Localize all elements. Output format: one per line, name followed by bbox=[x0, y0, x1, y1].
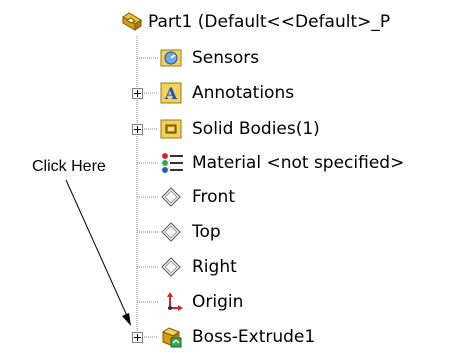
tree-item-origin[interactable]: Origin bbox=[0, 286, 461, 318]
tree-item-label: Boss-Extrude1 bbox=[192, 327, 316, 347]
feature-manager-tree: Part1 (Default<<Default>_P Sensors A Ann… bbox=[0, 0, 461, 352]
tree-item-label: Top bbox=[192, 222, 221, 242]
tree-item-sensors[interactable]: Sensors bbox=[0, 42, 461, 74]
part-icon bbox=[121, 11, 143, 33]
plane-icon bbox=[160, 221, 182, 243]
svg-text:A: A bbox=[164, 84, 178, 103]
sensors-icon bbox=[160, 47, 182, 69]
tree-item-label: Front bbox=[192, 187, 235, 207]
solid-bodies-icon bbox=[160, 118, 182, 140]
plane-icon bbox=[160, 256, 182, 278]
tree-item-label: Sensors bbox=[192, 48, 260, 68]
tree-root-part1[interactable]: Part1 (Default<<Default>_P bbox=[0, 6, 461, 38]
tree-item-front-plane[interactable]: Front bbox=[0, 181, 461, 213]
tree-item-annotations[interactable]: A Annotations bbox=[0, 77, 461, 109]
tree-item-label: Solid Bodies(1) bbox=[192, 119, 320, 139]
tree-item-boss-extrude1[interactable]: Boss-Extrude1 bbox=[0, 321, 461, 353]
expand-toggle[interactable] bbox=[132, 88, 143, 99]
tree-item-label: Material <not specified> bbox=[192, 153, 405, 173]
tree-root-label: Part1 (Default<<Default>_P bbox=[148, 12, 391, 32]
expand-toggle[interactable] bbox=[132, 332, 143, 343]
origin-icon bbox=[162, 291, 184, 313]
tree-item-solid-bodies[interactable]: Solid Bodies(1) bbox=[0, 113, 461, 145]
annotations-icon: A bbox=[160, 82, 182, 104]
boss-extrude-icon bbox=[160, 326, 182, 348]
tree-item-label: Annotations bbox=[192, 83, 295, 103]
expand-toggle[interactable] bbox=[132, 124, 143, 135]
tree-item-top-plane[interactable]: Top bbox=[0, 216, 461, 248]
material-icon bbox=[160, 152, 183, 174]
tree-item-right-plane[interactable]: Right bbox=[0, 251, 461, 283]
click-here-callout: Click Here bbox=[32, 158, 106, 175]
tree-item-label: Origin bbox=[192, 292, 244, 312]
tree-item-label: Right bbox=[192, 257, 237, 277]
plane-icon bbox=[160, 186, 182, 208]
